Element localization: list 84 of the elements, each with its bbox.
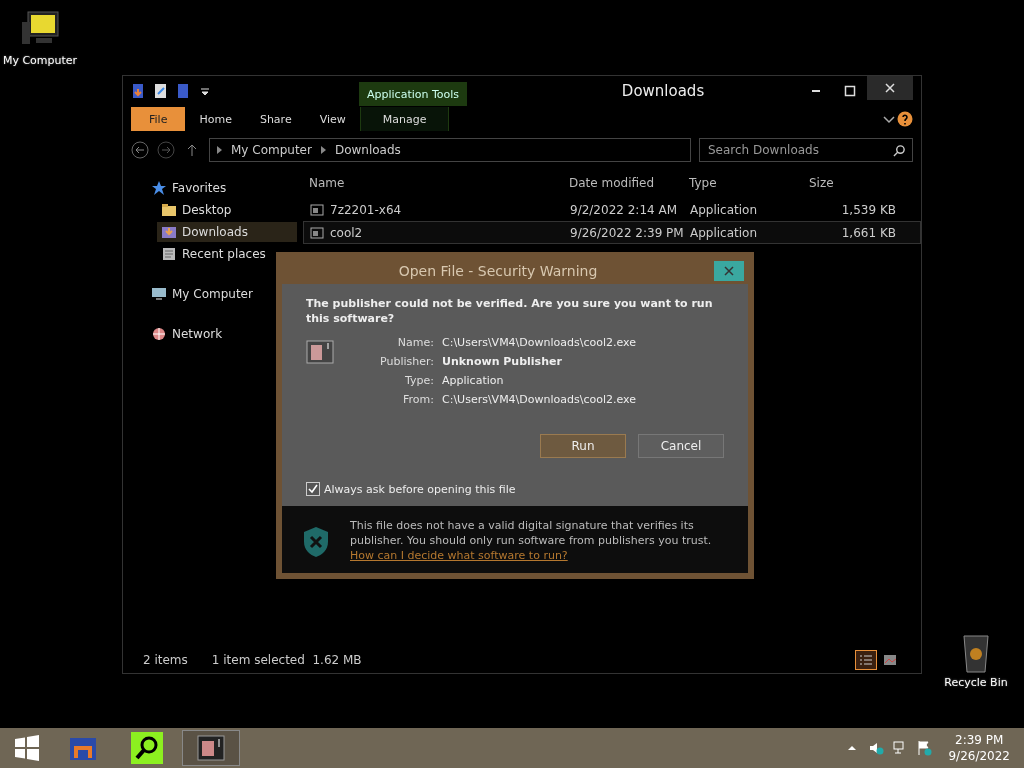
- globe-icon: [151, 326, 167, 342]
- window-title: Downloads: [620, 82, 706, 100]
- column-header[interactable]: Name: [303, 176, 563, 190]
- close-button[interactable]: [714, 261, 744, 281]
- nav-item[interactable]: Favorites: [147, 178, 297, 198]
- help-icon[interactable]: [897, 111, 913, 127]
- close-icon: [724, 266, 734, 276]
- nav-item[interactable]: Desktop: [157, 200, 297, 220]
- column-header[interactable]: Type: [683, 176, 803, 190]
- field-label: From:: [402, 393, 434, 406]
- file-name: cool2: [304, 225, 564, 240]
- list-icon: [859, 654, 873, 666]
- chevron-right-icon: [216, 146, 223, 154]
- ribbon-tab[interactable]: Share: [245, 107, 306, 131]
- ribbon-tab[interactable]: View: [305, 107, 360, 131]
- selection-info: 1 item selected 1.62 MB: [211, 653, 362, 667]
- star-icon: [151, 180, 167, 196]
- checkbox-label: Always ask before opening this file: [324, 482, 516, 496]
- properties-icon[interactable]: [153, 83, 169, 99]
- search-box[interactable]: Search Downloads: [699, 138, 913, 162]
- nav-item[interactable]: Downloads: [157, 222, 297, 242]
- flag-icon[interactable]: [916, 740, 933, 756]
- type-cell-text: Application: [689, 225, 759, 240]
- clock-time[interactable]: 2:39 PM: [955, 732, 1004, 748]
- ribbon-tab[interactable]: File: [131, 107, 186, 131]
- ribbon-tab[interactable]: Manage: [359, 107, 450, 131]
- contextual-tab-group: Application Tools: [359, 82, 468, 106]
- field-value: Unknown Publisher: [442, 355, 563, 368]
- warning-heading: The publisher could not be verified. Are you sure you want to run this software?: [306, 296, 714, 326]
- computer-icon: [151, 286, 167, 302]
- address-bar[interactable]: My Computer Downloads: [209, 138, 691, 162]
- file-row[interactable]: 7z2201-x64 9/2/2022 2:14 AM Application 1,539 KB: [303, 198, 921, 221]
- application-file-icon: [310, 202, 324, 217]
- search-icon: [893, 143, 906, 157]
- nav-item[interactable]: Recent places: [157, 244, 297, 264]
- maximize-icon: [844, 85, 856, 97]
- ribbon-tab[interactable]: Home: [185, 107, 246, 131]
- application-icon: [306, 340, 334, 364]
- nav-item[interactable]: My Computer: [147, 284, 297, 304]
- size-cell-text: 1,661 KB: [840, 225, 897, 240]
- document-icon: [161, 246, 177, 262]
- breadcrumb-item[interactable]: Downloads: [334, 143, 401, 157]
- download-folder-icon: [161, 224, 177, 240]
- dialog-button[interactable]: Cancel: [638, 434, 724, 458]
- file-row[interactable]: cool2 9/26/2022 2:39 PM Application 1,661 KB: [303, 221, 921, 244]
- field-label: Publisher:: [379, 355, 434, 368]
- windows-logo-icon: [14, 735, 40, 761]
- picture-icon: [883, 654, 897, 666]
- field-label: Name:: [396, 336, 434, 349]
- speaker-icon[interactable]: [868, 740, 885, 756]
- chevron-right-icon: [319, 146, 327, 154]
- breadcrumb-item[interactable]: My Computer: [231, 143, 312, 157]
- field-value: C:\Users\VM4\Downloads\cool2.exe: [442, 336, 637, 349]
- date-cell-text: 9/26/2022 2:39 PM: [569, 225, 684, 240]
- nav-item[interactable]: Network: [147, 324, 297, 344]
- desktop-icon-label[interactable]: My Computer: [2, 54, 78, 67]
- field-label: Type:: [404, 374, 434, 387]
- field-value: C:\Users\VM4\Downloads\cool2.exe: [442, 393, 637, 406]
- application-file-icon: [310, 225, 324, 240]
- type-cell-text: Application: [689, 202, 759, 217]
- shield-icon: [302, 526, 330, 558]
- help-link[interactable]: How can I decide what software to run?: [350, 548, 728, 563]
- dialog-button[interactable]: Run: [540, 434, 626, 458]
- close-button[interactable]: [867, 76, 913, 100]
- column-header[interactable]: Date modified: [563, 176, 683, 190]
- size-cell-text: 1,539 KB: [840, 202, 897, 217]
- field-value: Application: [442, 374, 505, 387]
- magnifier-icon: [131, 732, 163, 764]
- file-name: 7z2201-x64: [304, 202, 564, 217]
- item-count: 2 items: [143, 653, 188, 667]
- taskbar-app[interactable]: [182, 730, 240, 766]
- column-header[interactable]: Size: [803, 176, 903, 190]
- details-view-button[interactable]: [855, 650, 877, 670]
- warning-text: This file does not have a valid digital signature that verifies its publisher. You should only run software from publishers you trust.: [350, 518, 713, 548]
- window-icon: [195, 732, 227, 764]
- dialog-title: Open File - Security Warning: [397, 263, 599, 279]
- desktop-icon-label[interactable]: Recycle Bin: [944, 676, 1008, 689]
- minimize-icon: [812, 90, 820, 92]
- clock-date[interactable]: 9/26/2022: [948, 748, 1010, 764]
- back-button[interactable]: [131, 141, 149, 159]
- checkbox[interactable]: [306, 482, 320, 496]
- search-field[interactable]: Search Downloads: [706, 142, 893, 158]
- date-cell-text: 9/2/2022 2:14 AM: [569, 202, 679, 217]
- close-icon: [884, 82, 896, 94]
